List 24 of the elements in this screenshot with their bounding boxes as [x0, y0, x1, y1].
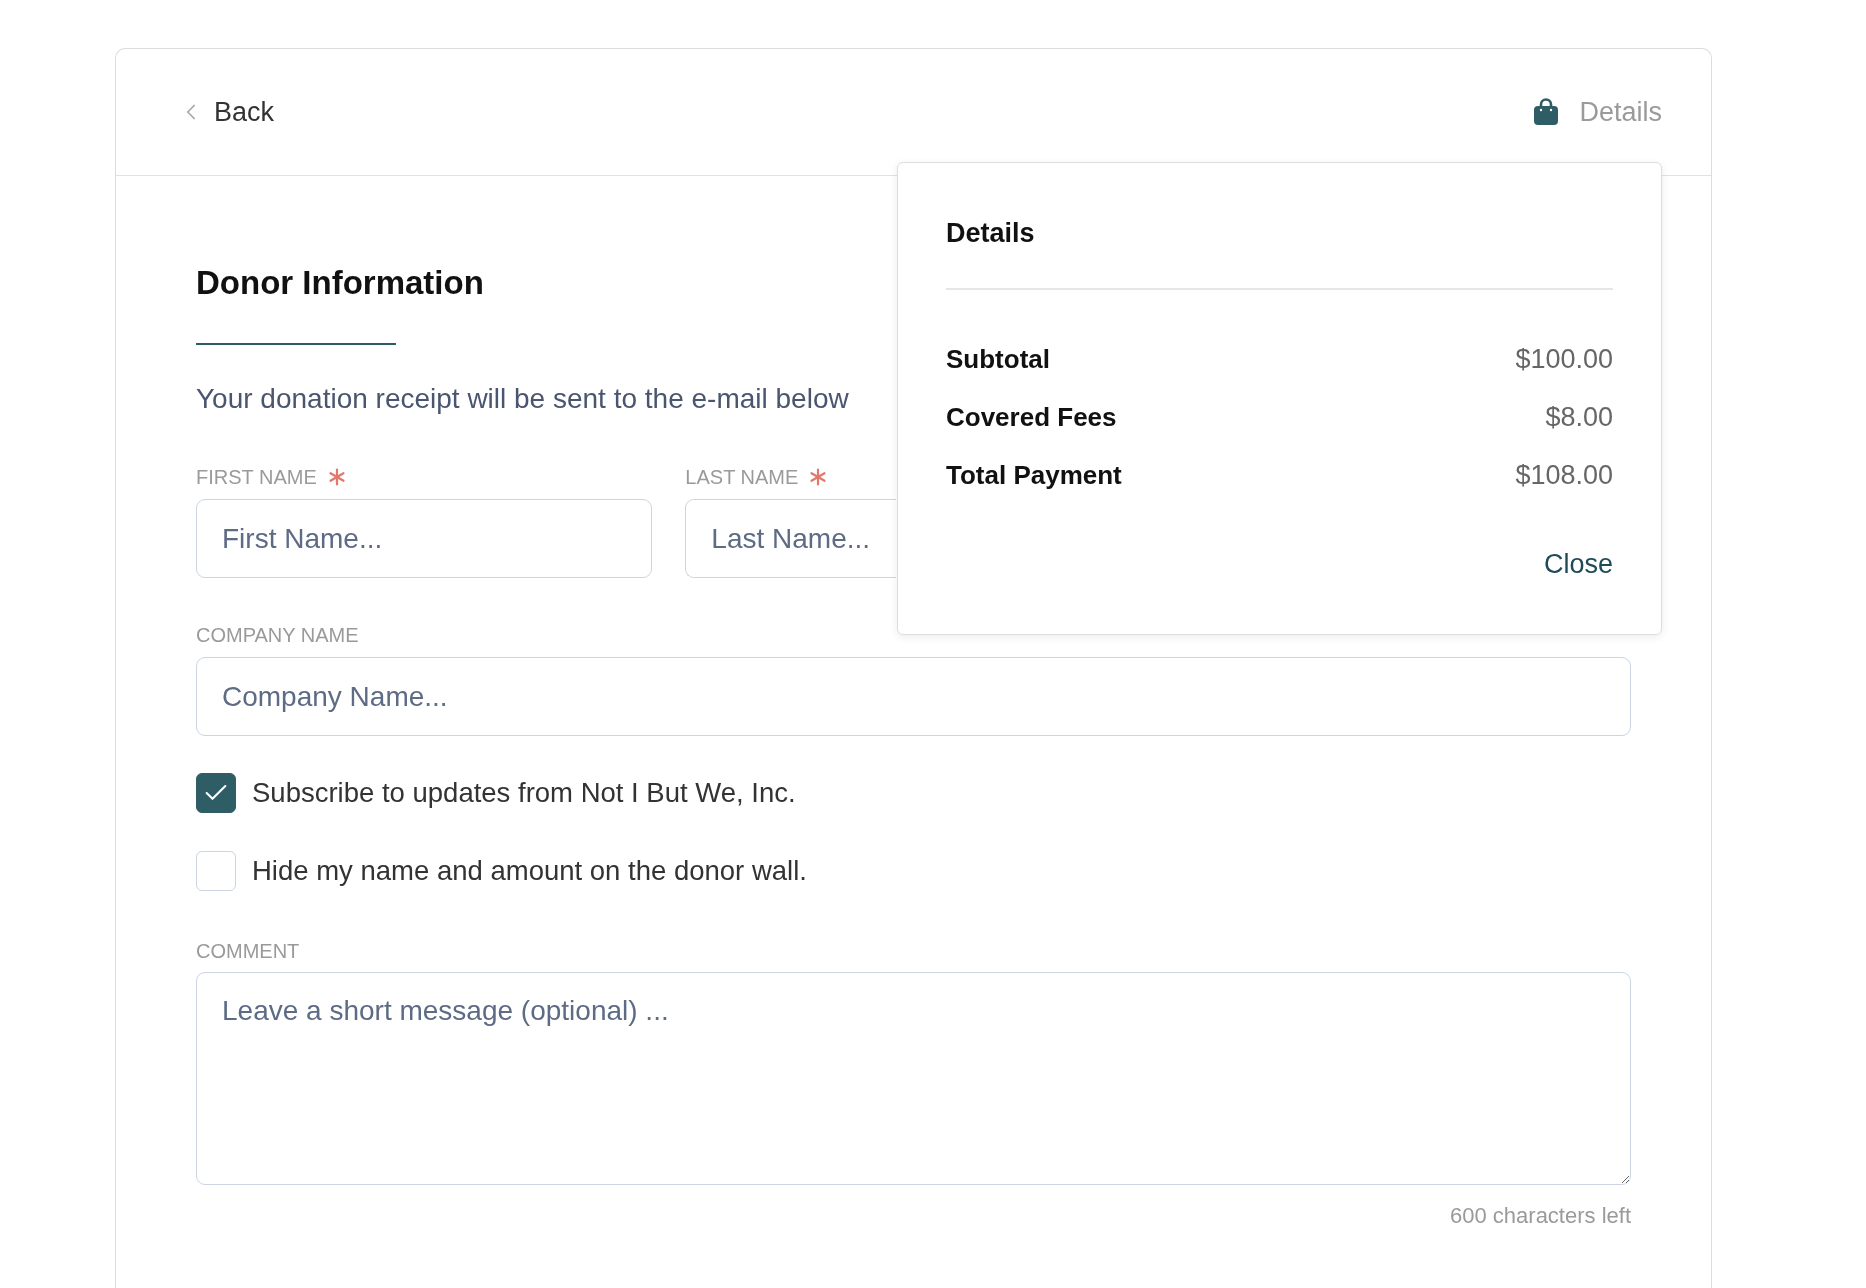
section-title: Donor Information	[196, 263, 484, 303]
summary-amount: $108.00	[1515, 459, 1613, 491]
text-input[interactable]: First Name...	[196, 499, 653, 578]
receipt-note: Your donation receipt will be sent to the e-mail below	[196, 382, 849, 416]
character-counter: 600 characters left	[1450, 1204, 1631, 1228]
checkbox[interactable]	[196, 773, 236, 813]
comment-textarea[interactable]: Leave a short message (optional) ...	[196, 972, 1631, 1185]
summary-label: Subtotal	[946, 343, 1050, 375]
summary-amount: $100.00	[1515, 343, 1613, 375]
popover-title: Details	[946, 217, 1035, 249]
summary-amount: $8.00	[1545, 401, 1613, 433]
close-button[interactable]: Close	[1543, 548, 1613, 580]
shopping-bag-icon	[1533, 98, 1560, 126]
summary-label: Total Payment	[946, 459, 1122, 491]
back-button[interactable]: Back	[178, 96, 275, 128]
field-label: FIRST NAME	[196, 465, 317, 489]
field-label: COMPANY NAME	[196, 623, 359, 647]
text-input[interactable]: Last Name...	[685, 499, 897, 578]
field-label: COMMENT	[196, 939, 300, 963]
field-label: LAST NAME	[685, 465, 799, 489]
checkbox-label: Subscribe to updates from Not I But We, Inc.	[252, 776, 796, 810]
checkbox-label: Hide my name and amount on the donor wall.	[252, 854, 807, 888]
text-input[interactable]: Company Name...	[196, 657, 1631, 736]
summary-label: Covered Fees	[946, 401, 1117, 433]
